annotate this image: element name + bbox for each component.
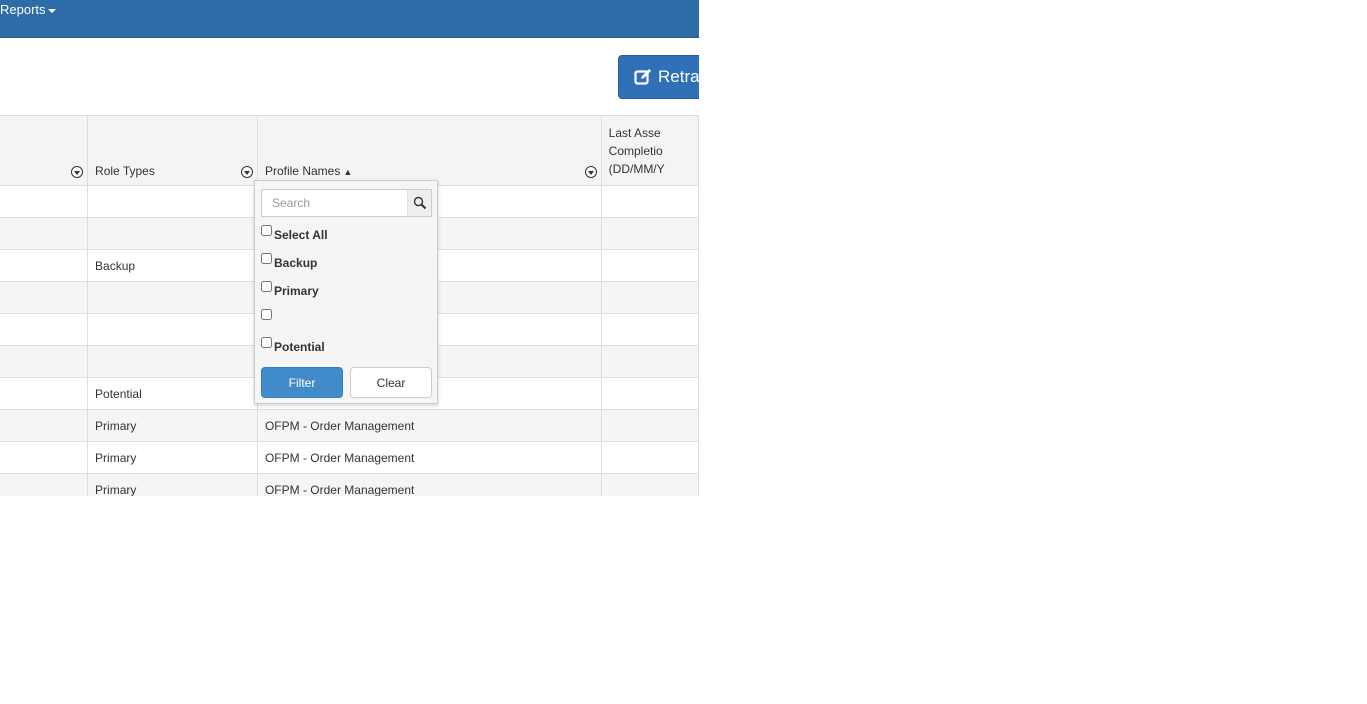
header-last-assessment-line2: Completio [608,144,663,158]
cell-last-assessment [600,409,699,442]
filter-option-select-all[interactable]: Select All [261,225,328,242]
cell-role: Potential [87,377,258,410]
filter-icon[interactable] [71,166,84,178]
cell-role: Primary [87,473,258,496]
cell-role [87,217,258,250]
cell-role [87,313,258,346]
header-last-assessment-line3: (DD/MM/Y [608,162,665,176]
cell-role: Primary [87,409,258,442]
search-icon [413,196,426,210]
header-profile-names[interactable]: Profile Names ▲ [256,115,602,186]
potential-checkbox[interactable] [261,337,272,348]
cell-hidden [0,441,89,474]
cell-last-assessment [600,441,699,474]
select-all-checkbox[interactable] [261,225,272,236]
filter-option-potential[interactable]: Potential [261,337,325,354]
cell-hidden [0,409,89,442]
cell-last-assessment [600,217,699,250]
retrain-button-label: Retra [658,67,699,86]
header-last-assessment-line1: Last Asse [608,126,661,140]
cell-hidden [0,313,89,346]
table-header-row: Role Types Profile Names ▲ Last Asse Comp… [0,115,699,186]
header-profile-names-label: Profile Names [264,164,341,178]
edit-icon [634,69,651,85]
filter-option-blank[interactable] [261,309,274,320]
header-role-types[interactable]: Role Types [87,115,258,186]
filter-option-primary[interactable]: Primary [261,281,319,298]
reports-menu-label: Reports [0,2,46,17]
sort-ascending-icon: ▲ [343,167,353,177]
app-viewport: Reports Retra Role Types Profile Names ▲… [0,0,699,496]
cell-role [87,185,258,218]
retrain-button[interactable]: Retra [618,55,699,99]
cell-last-assessment [600,249,699,282]
cell-hidden [0,185,89,218]
clear-button[interactable]: Clear [350,367,432,398]
role-types-filter-popup: Select All Backup Primary Potential Filt… [254,180,438,404]
header-col-hidden [0,115,89,186]
filter-search-input[interactable] [262,190,422,216]
search-button[interactable] [407,190,431,216]
cell-hidden [0,249,89,282]
profile-names-filter-icon[interactable] [584,166,597,178]
cell-last-assessment [600,473,699,496]
top-navbar: Reports [0,0,699,38]
cell-profile: OFPM - Order Management [256,473,602,496]
cell-role: Backup [87,249,258,282]
cell-role: Primary [87,441,258,474]
reports-menu[interactable]: Reports [0,2,56,17]
cell-last-assessment [600,377,699,410]
caret-down-icon [47,8,56,13]
cell-last-assessment [600,313,699,346]
cell-role [87,345,258,378]
filter-search-box [261,189,432,217]
cell-hidden [0,281,89,314]
header-role-types-label: Role Types [95,164,155,178]
cell-last-assessment [600,185,699,218]
backup-checkbox[interactable] [261,253,272,264]
role-types-filter-icon[interactable] [240,166,253,178]
filter-option-backup[interactable]: Backup [261,253,317,270]
cell-hidden [0,473,89,496]
table-row[interactable]: Primary OFPM - Order Management [0,441,699,474]
cell-last-assessment [600,281,699,314]
cell-hidden [0,217,89,250]
cell-profile: OFPM - Order Management [256,441,602,474]
cell-role [87,281,258,314]
filter-option-label: Select All [274,228,328,242]
filter-button[interactable]: Filter [261,367,343,398]
cell-hidden [0,345,89,378]
cell-hidden [0,377,89,410]
filter-option-label: Potential [274,340,325,354]
cell-profile: OFPM - Order Management [256,409,602,442]
primary-checkbox[interactable] [261,281,272,292]
filter-option-label: Primary [274,284,319,298]
filter-option-label: Backup [274,256,318,270]
table-row[interactable]: Primary OFPM - Order Management [0,409,699,442]
blank-checkbox[interactable] [261,309,272,320]
cell-last-assessment [600,345,699,378]
table-row[interactable]: Primary OFPM - Order Management [0,473,699,496]
header-last-assessment[interactable]: Last Asse Completio (DD/MM/Y [600,115,699,186]
